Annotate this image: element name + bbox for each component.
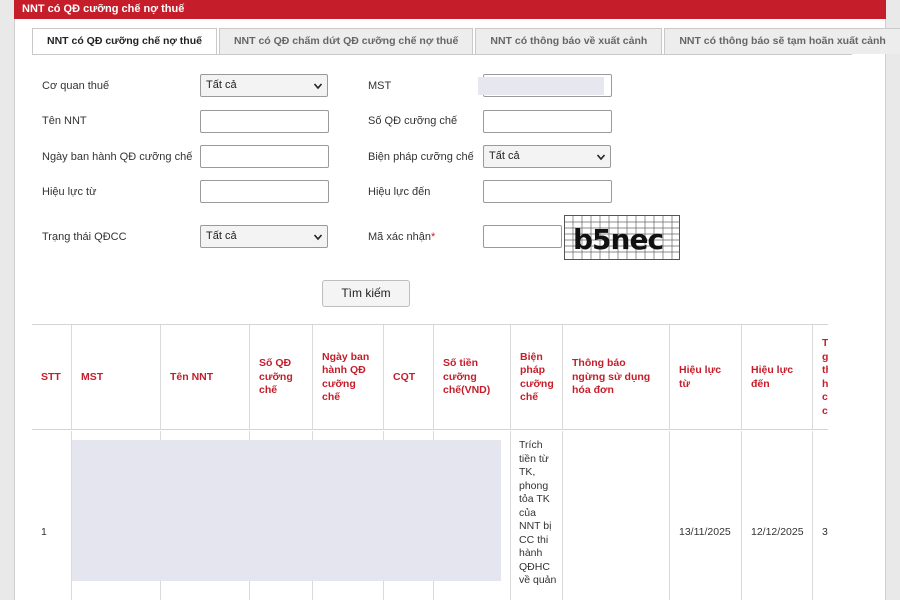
trang-thai-value: Tất cả <box>206 230 237 242</box>
bien-phap-value: Tất cả <box>489 150 520 162</box>
col-header-bien-phap: Biện pháp cưỡng chế <box>511 325 563 430</box>
tab-cuong-che[interactable]: NNT có QĐ cưỡng chế nợ thuế <box>32 28 217 54</box>
ten-nnt-input[interactable] <box>200 110 329 133</box>
tab-bar: NNT có QĐ cưỡng chế nợ thuế NNT có QĐ ch… <box>32 28 900 54</box>
cell-thong-bao <box>563 431 670 600</box>
col-header-stt: STT <box>32 325 72 430</box>
cell-last: 3 <box>822 526 828 538</box>
chevron-down-icon <box>596 154 606 161</box>
col-header-last: T g th h c c <box>822 337 828 417</box>
ma-xac-nhan-text: Mã xác nhận <box>368 231 431 243</box>
co-quan-thue-label: Cơ quan thuế <box>42 80 110 92</box>
search-button[interactable]: Tìm kiếm <box>322 280 410 307</box>
ma-xac-nhan-input[interactable] <box>483 225 562 248</box>
hieu-luc-tu-label: Hiệu lực từ <box>42 186 97 198</box>
bien-phap-label: Biện pháp cưỡng chế <box>368 151 474 163</box>
chevron-down-icon <box>313 83 323 90</box>
trang-thai-label: Trạng thái QĐCC <box>42 231 127 243</box>
col-header-so-qd: Số QĐ cưỡng chế <box>250 325 313 430</box>
tab-cham-dut[interactable]: NNT có QĐ chấm dứt QĐ cưỡng chế nợ thuế <box>218 28 474 54</box>
so-qd-input[interactable] <box>483 110 612 133</box>
col-header-so-tien: Số tiền cưỡng chế(VND) <box>434 325 511 430</box>
ngay-ban-hanh-input[interactable] <box>200 145 329 168</box>
tab-divider <box>32 54 852 55</box>
hieu-luc-tu-input[interactable] <box>200 180 329 203</box>
captcha-grid-icon: b5nec <box>565 216 679 259</box>
hieu-luc-den-input[interactable] <box>483 180 612 203</box>
col-header-thong-bao: Thông báo ngừng sử dụng hóa đơn <box>563 325 670 430</box>
redacted-mst <box>478 77 604 95</box>
section-header: NNT có QĐ cưỡng chế nợ thuế <box>14 0 886 19</box>
co-quan-thue-select[interactable]: Tất cả <box>200 74 328 97</box>
required-mark: * <box>430 231 436 243</box>
col-header-ten-nnt: Tên NNT <box>161 325 250 430</box>
bien-phap-select[interactable]: Tất cả <box>483 145 611 168</box>
col-header-cqt: CQT <box>384 325 434 430</box>
ma-xac-nhan-label: Mã xác nhận* <box>368 231 435 243</box>
bien-phap-text: Trích tiền từ TK, phong tỏa TK của NNT b… <box>519 439 557 586</box>
mst-label: MST <box>368 80 392 92</box>
tab-tam-hoan[interactable]: NNT có thông báo sẽ tạm hoãn xuất cảnh <box>664 28 900 54</box>
table-header: STT MST Tên NNT Số QĐ cưỡng chế Ngày ban… <box>32 325 828 430</box>
cell-bien-phap: Trích tiền từ TK, phong tỏa TK của NNT b… <box>511 431 563 600</box>
tab-xuat-canh[interactable]: NNT có thông báo về xuất cảnh <box>475 28 663 54</box>
trang-thai-select[interactable]: Tất cả <box>200 225 328 248</box>
col-header-hieu-luc-tu: Hiệu lực từ <box>670 325 742 430</box>
chevron-down-icon <box>313 234 323 241</box>
captcha-image: b5nec <box>564 215 680 260</box>
ten-nnt-label: Tên NNT <box>42 115 87 127</box>
so-qd-label: Số QĐ cưỡng chế <box>368 115 458 127</box>
captcha-text: b5nec <box>573 223 663 256</box>
col-header-mst: MST <box>72 325 161 430</box>
hieu-luc-den-label: Hiệu lực đến <box>368 186 431 198</box>
ngay-ban-hanh-label: Ngày ban hành QĐ cưỡng chế <box>42 151 193 163</box>
cell-stt: 1 <box>32 431 72 600</box>
cell-hieu-luc-tu: 13/11/2025 <box>670 431 742 600</box>
redacted-row-data <box>72 440 501 581</box>
co-quan-thue-value: Tất cả <box>206 79 237 91</box>
col-header-ngay-ban-hanh: Ngày ban hành QĐ cưỡng chế <box>313 325 384 430</box>
col-header-hieu-luc-den: Hiệu lực đến <box>742 325 813 430</box>
cell-hieu-luc-den: 12/12/2025 <box>742 431 813 600</box>
